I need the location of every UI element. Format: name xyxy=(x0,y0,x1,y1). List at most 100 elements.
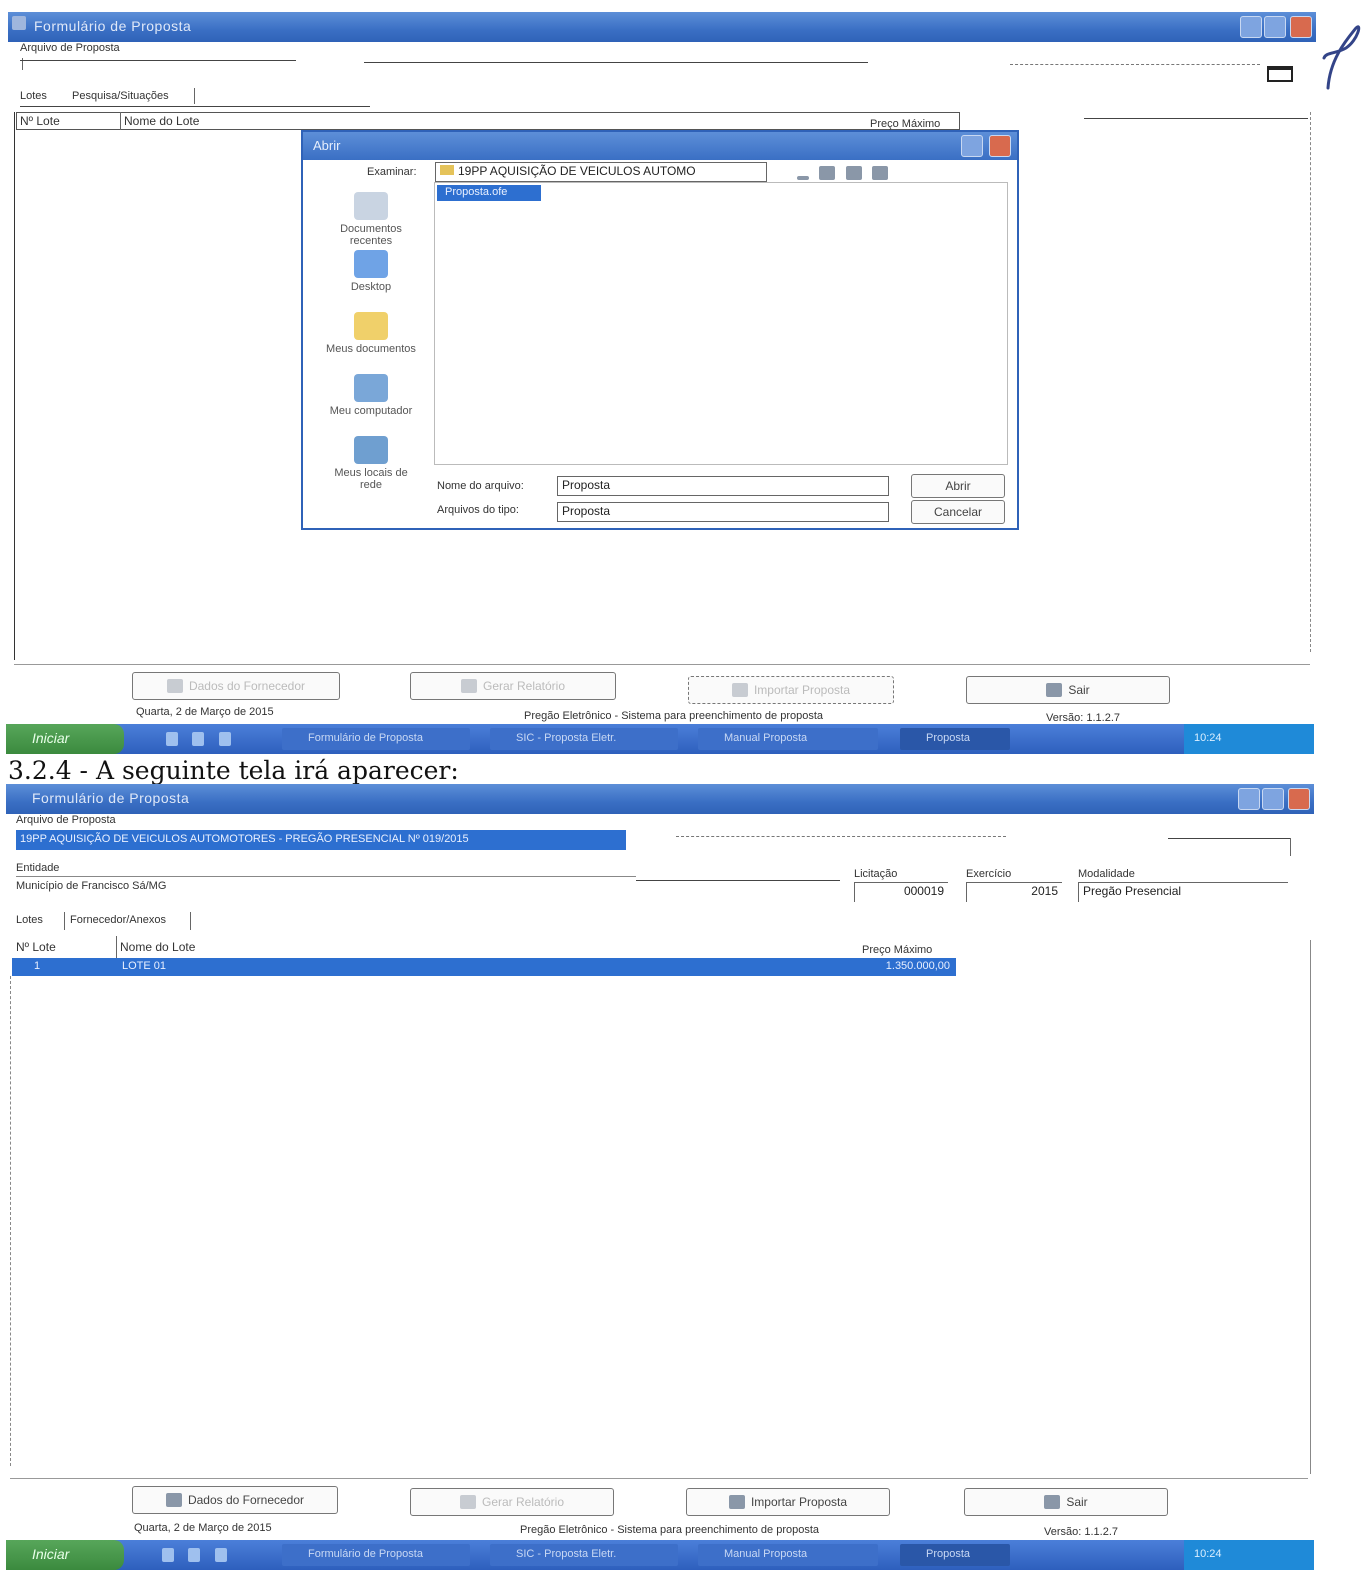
dialog-titlebar: Abrir xyxy=(303,132,1017,160)
tab-lotes[interactable]: Lotes xyxy=(16,914,43,926)
column-header-price[interactable]: Preço Máximo xyxy=(862,944,932,956)
supplier-data-button[interactable]: Dados do Fornecedor xyxy=(132,672,340,700)
licitacao-field[interactable]: 000019 xyxy=(854,882,948,902)
proposal-path-field[interactable]: 19PP AQUISIÇÃO DE VEICULOS AUTOMOTORES -… xyxy=(16,830,626,850)
printer-icon xyxy=(460,679,477,693)
tab-divider xyxy=(190,912,191,930)
report-button[interactable]: Gerar Relatório xyxy=(410,672,616,700)
button-bar-separator xyxy=(14,664,1310,665)
minimize-button[interactable] xyxy=(1238,788,1260,810)
taskbar-item[interactable]: Formulário de Proposta xyxy=(282,728,470,750)
toolbar-icons[interactable] xyxy=(797,166,907,180)
folder-browse-icon[interactable] xyxy=(1267,66,1293,82)
folder-icon xyxy=(440,165,454,175)
close-button[interactable] xyxy=(1290,16,1312,38)
modalidade-label: Modalidade xyxy=(1078,868,1135,880)
quick-launch-icons[interactable] xyxy=(162,1548,242,1562)
tab-strip-underline xyxy=(20,106,370,107)
view-menu-icon[interactable] xyxy=(872,166,889,180)
tab-divider xyxy=(64,912,65,930)
place-desktop[interactable]: Desktop xyxy=(323,250,419,293)
proposal-field-underline xyxy=(364,62,868,63)
proposal-label: Arquivo de Proposta xyxy=(20,42,120,54)
column-header-name[interactable]: Nome do Lote xyxy=(120,940,195,954)
start-button[interactable]: Iniciar xyxy=(6,1540,124,1570)
file-list[interactable]: Proposta.ofe xyxy=(434,182,1008,465)
open-button[interactable]: Abrir xyxy=(911,474,1005,498)
cancel-button[interactable]: Cancelar xyxy=(911,500,1005,524)
dialog-help-button[interactable] xyxy=(961,135,983,157)
row-price: 1.350.000,00 xyxy=(885,960,950,972)
row-num: 1 xyxy=(34,960,41,972)
app-icon xyxy=(12,16,26,30)
clock: 10:24 xyxy=(1194,732,1222,744)
status-date: Quarta, 2 de Março de 2015 xyxy=(134,1522,272,1534)
my-computer-icon xyxy=(354,374,388,402)
start-button[interactable]: Iniciar xyxy=(6,724,124,754)
column-header-price[interactable]: Preço Máximo xyxy=(870,118,940,130)
tab-lotes[interactable]: Lotes xyxy=(20,90,47,102)
place-recent[interactable]: Documentos recentes xyxy=(323,192,419,247)
filename-label: Nome do arquivo: xyxy=(437,480,524,492)
up-folder-icon[interactable] xyxy=(819,166,836,180)
look-in-dropdown[interactable]: 19PP AQUISIÇÃO DE VEICULOS AUTOMO xyxy=(435,162,767,182)
show-desktop-icon[interactable] xyxy=(218,732,231,746)
taskbar: Iniciar Formulário de Proposta SIC - Pro… xyxy=(6,1540,1314,1570)
tab-pesquisa[interactable]: Pesquisa/Situações xyxy=(72,90,169,102)
quick-launch-icons[interactable] xyxy=(166,732,246,746)
my-documents-icon xyxy=(354,312,388,340)
modalidade-field[interactable]: Pregão Presencial xyxy=(1078,882,1288,902)
media-icon[interactable] xyxy=(192,732,205,746)
window-title: Formulário de Proposta xyxy=(32,790,190,806)
supplier-icon xyxy=(165,1493,182,1507)
column-header-num[interactable]: Nº Lote xyxy=(16,940,56,954)
system-tray: 10:24 xyxy=(1184,724,1314,754)
taskbar-item[interactable]: Proposta xyxy=(900,1544,1010,1566)
table-row[interactable]: 1 LOTE 01 1.350.000,00 xyxy=(12,958,956,976)
close-button[interactable] xyxy=(1288,788,1310,810)
window-title: Formulário de Proposta xyxy=(34,18,192,34)
look-in-label: Examinar: xyxy=(367,166,417,178)
column-header-num[interactable]: Nº Lote xyxy=(20,114,60,128)
system-tray: 10:24 xyxy=(1184,1540,1314,1570)
taskbar-item[interactable]: Manual Proposta xyxy=(698,728,878,750)
supplier-data-button[interactable]: Dados do Fornecedor xyxy=(132,1486,338,1514)
exit-button[interactable]: Sair xyxy=(966,676,1170,704)
exercicio-field[interactable]: 2015 xyxy=(966,882,1062,902)
maximize-button[interactable] xyxy=(1264,16,1286,38)
status-message: Pregão Eletrônico - Sistema para preench… xyxy=(520,1524,820,1536)
filetype-dropdown[interactable]: Proposta xyxy=(557,502,889,522)
printer-icon xyxy=(459,1495,476,1509)
tab-fornecedor[interactable]: Fornecedor/Anexos xyxy=(70,914,166,926)
taskbar-item[interactable]: Manual Proposta xyxy=(698,1544,878,1566)
taskbar-item[interactable]: SIC - Proposta Eletr. xyxy=(490,728,678,750)
report-button[interactable]: Gerar Relatório xyxy=(410,1488,614,1516)
media-icon[interactable] xyxy=(188,1548,201,1562)
taskbar-item[interactable]: Proposta xyxy=(900,728,1010,750)
column-header-name[interactable]: Nome do Lote xyxy=(124,114,199,128)
place-network[interactable]: Meus locais de rede xyxy=(323,436,419,491)
dialog-close-button[interactable] xyxy=(989,135,1011,157)
status-date: Quarta, 2 de Março de 2015 xyxy=(136,706,274,718)
import-button[interactable]: Importar Proposta xyxy=(688,676,894,704)
lotes-grid: Nº Lote Nome do Lote Preço Máximo 1 LOTE… xyxy=(10,936,1312,1474)
taskbar-item[interactable]: Formulário de Proposta xyxy=(282,1544,470,1566)
import-button[interactable]: Importar Proposta xyxy=(686,1488,890,1516)
filename-input[interactable]: Proposta xyxy=(557,476,889,496)
browser-icon[interactable] xyxy=(162,1548,174,1562)
new-folder-icon[interactable] xyxy=(845,166,862,180)
browser-icon[interactable] xyxy=(166,732,178,746)
exit-button[interactable]: Sair xyxy=(964,1488,1168,1516)
minimize-button[interactable] xyxy=(1240,16,1262,38)
back-icon[interactable] xyxy=(797,176,809,180)
maximize-button[interactable] xyxy=(1262,788,1284,810)
show-desktop-icon[interactable] xyxy=(214,1548,227,1562)
section-heading: 3.2.4 - A seguinte tela irá aparecer: xyxy=(8,756,459,785)
file-list-item[interactable]: Proposta.ofe xyxy=(437,185,541,201)
place-my-documents[interactable]: Meus documentos xyxy=(323,312,419,355)
place-my-computer[interactable]: Meu computador xyxy=(323,374,419,417)
taskbar-item[interactable]: SIC - Proposta Eletr. xyxy=(490,1544,678,1566)
recent-documents-icon xyxy=(354,192,388,220)
proposal-field-edge xyxy=(1010,64,1260,65)
exit-icon xyxy=(1044,1495,1061,1509)
